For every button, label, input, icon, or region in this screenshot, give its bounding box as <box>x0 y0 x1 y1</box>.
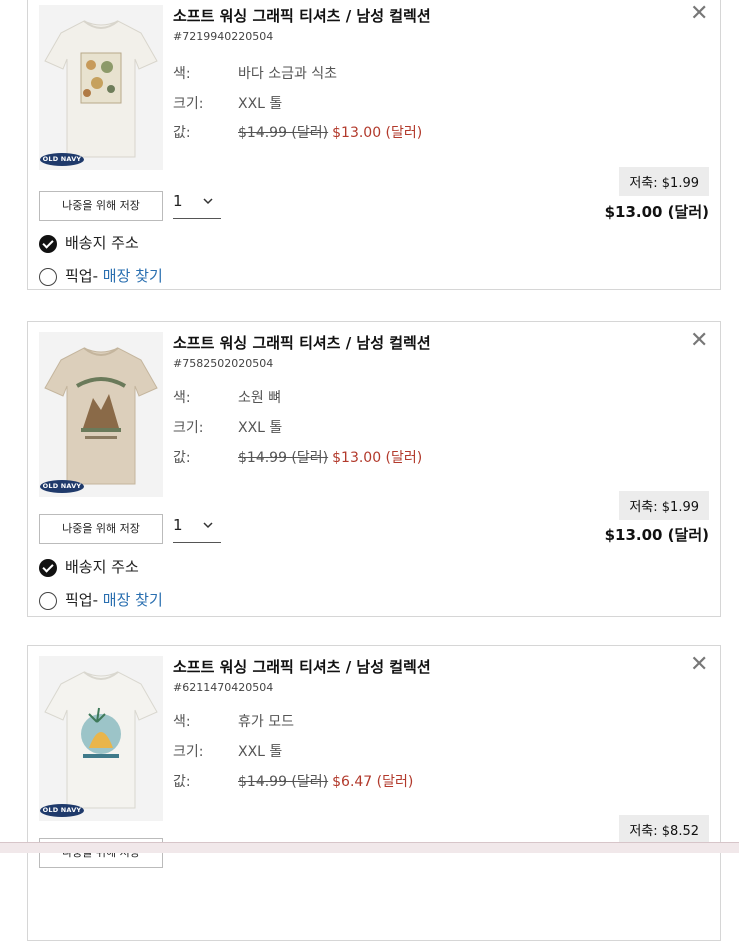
savings-badge: 저축: $1.99 <box>619 491 709 520</box>
save-for-later-button[interactable]: 나중을 위해 저장 <box>39 191 163 221</box>
color-label: 색: <box>173 390 191 406</box>
checked-radio-icon <box>39 234 57 253</box>
pickup-label: 픽업- <box>65 267 103 285</box>
price-value: $14.99 (달러) $13.00 (달러) <box>238 447 422 467</box>
pickup-option[interactable]: 픽업- 매장 찾기 <box>39 265 163 286</box>
color-value: 휴가 모드 <box>238 714 294 730</box>
ship-to-address-option[interactable]: 배송지 주소 <box>39 556 139 577</box>
tshirt-image <box>44 347 158 485</box>
original-price: $14.99 (달러) <box>238 450 329 466</box>
tshirt-image <box>44 671 158 809</box>
size-value: XXL 톨 <box>238 744 283 760</box>
color-label: 색: <box>173 66 191 82</box>
sale-price: $6.47 (달러) <box>332 774 414 790</box>
price-value: $14.99 (달러) $13.00 (달러) <box>238 122 422 142</box>
color-value: 소원 뼈 <box>238 390 282 406</box>
chevron-down-icon <box>203 198 213 205</box>
product-title[interactable]: 소프트 워싱 그래픽 티셔츠 / 남성 컬렉션 <box>173 332 431 353</box>
bottom-scroll-bar <box>0 842 739 853</box>
remove-item-button[interactable]: ✕ <box>690 3 708 25</box>
product-title[interactable]: 소프트 워싱 그래픽 티셔츠 / 남성 컬렉션 <box>173 656 431 677</box>
savings-value: $1.99 <box>661 176 699 191</box>
savings-label: 저축: <box>629 824 662 839</box>
savings-value: $8.52 <box>661 824 699 839</box>
savings-value: $1.99 <box>661 500 699 515</box>
size-value: XXL 톨 <box>238 420 283 436</box>
product-image[interactable]: OLD NAVY <box>39 332 163 497</box>
size-value: XXL 톨 <box>238 96 283 112</box>
cart-item-card: OLD NAVY 소프트 워싱 그래픽 티셔츠 / 남성 컬렉션 #721994… <box>27 0 721 290</box>
product-title[interactable]: 소프트 워싱 그래픽 티셔츠 / 남성 컬렉션 <box>173 5 431 26</box>
original-price: $14.99 (달러) <box>238 774 329 790</box>
color-value: 바다 소금과 식초 <box>238 66 338 82</box>
unchecked-radio-icon <box>39 267 57 286</box>
save-for-later-button[interactable]: 나중을 위해 저장 <box>39 514 163 544</box>
product-image[interactable]: OLD NAVY <box>39 656 163 821</box>
price-value: $14.99 (달러) $6.47 (달러) <box>238 771 413 791</box>
price-label: 값: <box>173 125 191 141</box>
pickup-label: 픽업- <box>65 591 103 609</box>
product-sku: #7219940220504 <box>173 30 274 43</box>
ship-to-address-option[interactable]: 배송지 주소 <box>39 232 139 253</box>
savings-label: 저축: <box>629 500 662 515</box>
ship-to-address-label: 배송지 주소 <box>65 558 139 576</box>
item-total: $13.00 (달러) <box>604 526 709 544</box>
quantity-select[interactable]: 1 <box>173 512 221 543</box>
product-sku: #6211470420504 <box>173 681 274 694</box>
old-navy-logo: OLD NAVY <box>40 804 84 817</box>
product-sku: #7582502020504 <box>173 357 274 370</box>
quantity-select[interactable]: 1 <box>173 188 221 219</box>
cart-item-card: OLD NAVY 소프트 워싱 그래픽 티셔츠 / 남성 컬렉션 #758250… <box>27 321 721 617</box>
checked-radio-icon <box>39 558 57 577</box>
tshirt-image <box>44 20 158 158</box>
size-label: 크기: <box>173 96 204 112</box>
find-store-link[interactable]: 매장 찾기 <box>103 591 163 609</box>
cart-item-card: OLD NAVY 소프트 워싱 그래픽 티셔츠 / 남성 컬렉션 #621147… <box>27 645 721 941</box>
color-label: 색: <box>173 714 191 730</box>
price-label: 값: <box>173 774 191 790</box>
size-label: 크기: <box>173 420 204 436</box>
product-image[interactable]: OLD NAVY <box>39 5 163 170</box>
find-store-link[interactable]: 매장 찾기 <box>103 267 163 285</box>
sale-price: $13.00 (달러) <box>332 450 423 466</box>
old-navy-logo: OLD NAVY <box>40 480 84 493</box>
old-navy-logo: OLD NAVY <box>40 153 84 166</box>
remove-item-button[interactable]: ✕ <box>690 330 708 352</box>
sale-price: $13.00 (달러) <box>332 125 423 141</box>
price-label: 값: <box>173 450 191 466</box>
quantity-value: 1 <box>173 192 183 210</box>
savings-label: 저축: <box>629 176 662 191</box>
ship-to-address-label: 배송지 주소 <box>65 234 139 252</box>
savings-badge: 저축: $1.99 <box>619 167 709 196</box>
size-label: 크기: <box>173 744 204 760</box>
unchecked-radio-icon <box>39 591 57 610</box>
remove-item-button[interactable]: ✕ <box>690 654 708 676</box>
pickup-option[interactable]: 픽업- 매장 찾기 <box>39 589 163 610</box>
item-total: $13.00 (달러) <box>604 203 709 221</box>
savings-badge: 저축: $8.52 <box>619 815 709 844</box>
original-price: $14.99 (달러) <box>238 125 329 141</box>
chevron-down-icon <box>203 522 213 529</box>
quantity-value: 1 <box>173 516 183 534</box>
